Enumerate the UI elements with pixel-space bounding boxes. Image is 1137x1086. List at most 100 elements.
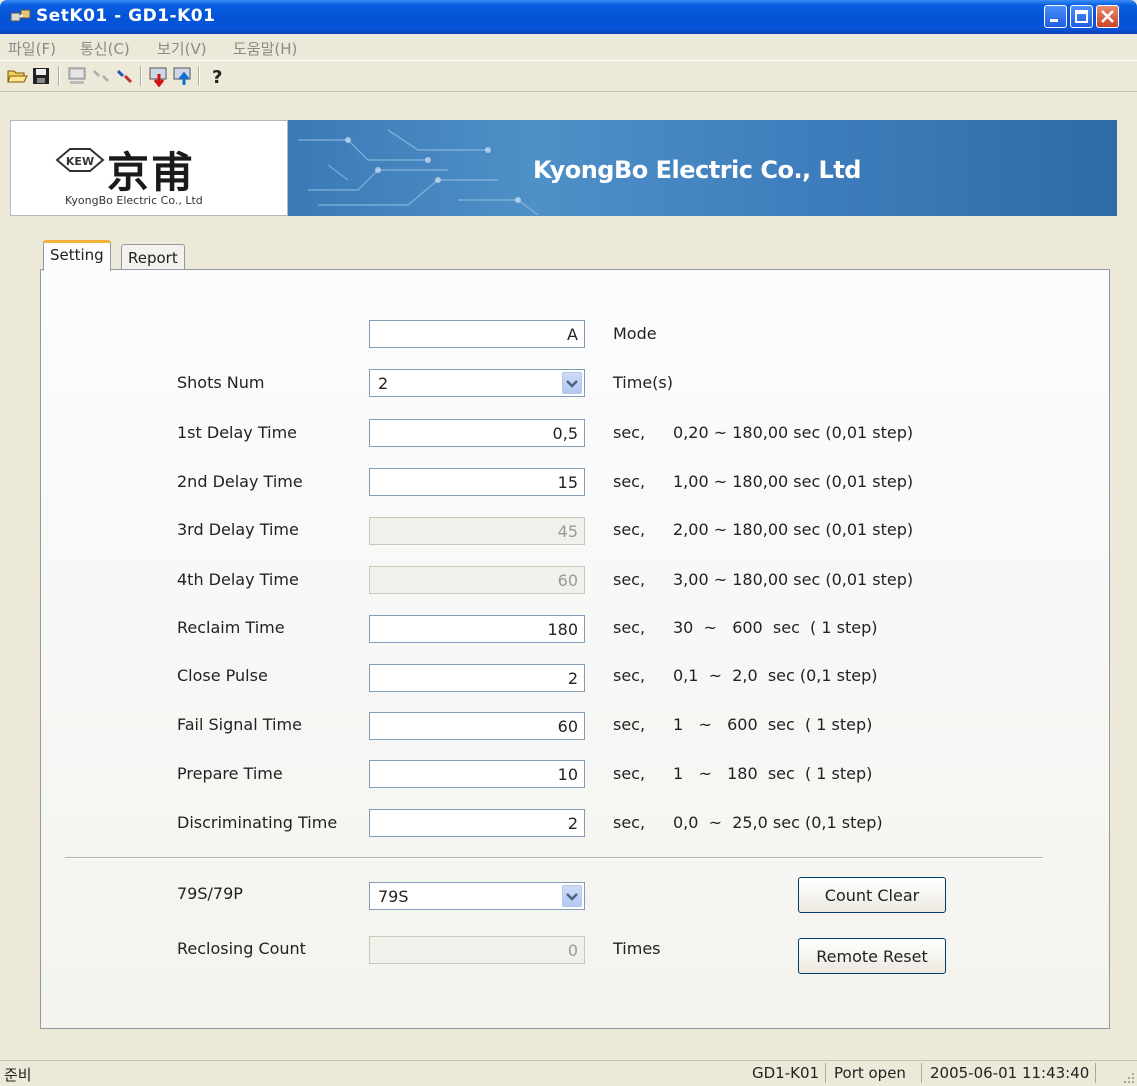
app-icon [10,9,31,22]
mode-field[interactable]: A [369,320,585,348]
svg-text:KEW: KEW [66,155,94,168]
row-label: Discriminating Time [177,813,338,832]
row-label: Close Pulse [177,666,268,685]
unit-label: sec, [613,666,646,685]
logo-kanji: 京甫 [107,148,196,197]
status-bar: 준비 GD1-K01 Port open 2005-06-01 11:43:40 [0,1060,1137,1086]
chevron-down-icon[interactable] [562,372,582,394]
title-bar: SetK01 - GD1-K01 [0,0,1137,34]
tab-setting[interactable]: Setting [43,240,111,271]
row-label: 3rd Delay Time [177,520,299,539]
remote-reset-button[interactable]: Remote Reset [798,938,946,974]
status-separator [1095,1063,1096,1083]
times-label: Times [613,939,661,958]
mode79-select[interactable]: 79S [369,882,585,910]
disconnect-icon[interactable] [90,65,112,87]
chevron-down-icon[interactable] [562,885,582,907]
menu-file[interactable]: 파일(F) [8,38,56,59]
save-disk-icon[interactable] [30,65,52,87]
kew-logo-icon: KEW [55,147,105,177]
third-delay-field: 45 [369,517,585,545]
banner-circuit-image: KyongBo Electric Co., Ltd [288,120,1117,216]
upload-icon[interactable] [172,65,194,87]
toolbar-separator [198,66,200,86]
fourth-delay-field: 60 [369,566,585,594]
logo-subtitle: KyongBo Electric Co., Ltd [65,194,203,207]
status-device: GD1-K01 [752,1064,820,1082]
mode79-value: 79S [378,887,409,906]
row-label: 4th Delay Time [177,570,299,589]
range-label: 0,0 ~ 25,0 sec (0,1 step) [673,813,883,832]
fail-signal-field[interactable]: 60 [369,712,585,740]
banner-title: KyongBo Electric Co., Ltd [533,156,861,184]
unit-label: sec, [613,813,646,832]
unit-label: sec, [613,423,646,442]
shots-num-value: 2 [378,374,389,393]
row-label: 1st Delay Time [177,423,297,442]
unit-label: sec, [613,618,646,637]
window-title: SetK01 - GD1-K01 [36,6,216,26]
unit-label: sec, [613,715,646,734]
mode-label: Mode [613,324,657,343]
status-separator [825,1063,826,1083]
reclosing-count-field: 0 [369,936,585,964]
row-label: Fail Signal Time [177,715,302,734]
menu-comm[interactable]: 통신(C) [80,38,130,59]
close-icon [1101,10,1114,23]
maximize-button[interactable] [1070,5,1093,28]
download-icon[interactable] [148,65,170,87]
menu-bar: 파일(F) 통신(C) 보기(V) 도움말(H) [0,34,1137,60]
range-label: 0,1 ~ 2,0 sec (0,1 step) [673,666,878,685]
prepare-time-field[interactable]: 10 [369,760,585,788]
unit-label: sec, [613,520,646,539]
company-banner: KEW 京甫 KyongBo Electric Co., Ltd KyongBo… [10,120,1117,216]
discriminating-time-field[interactable]: 2 [369,809,585,837]
resize-grip-icon[interactable] [1123,1072,1135,1084]
toolbar: ? [0,60,1137,92]
status-port: Port open [834,1064,906,1082]
connect-icon[interactable] [114,65,136,87]
reclosing-count-label: Reclosing Count [177,939,306,958]
unit-label: sec, [613,472,646,491]
tab-report[interactable]: Report [121,244,185,270]
status-datetime: 2005-06-01 11:43:40 [930,1064,1090,1082]
toolbar-separator [58,66,60,86]
range-label: 1 ~ 600 sec ( 1 step) [673,715,873,734]
computer-icon[interactable] [66,65,88,87]
row-label: Prepare Time [177,764,283,783]
second-delay-field[interactable]: 15 [369,468,585,496]
toolbar-separator [140,66,142,86]
menu-view[interactable]: 보기(V) [157,38,207,59]
close-pulse-field[interactable]: 2 [369,664,585,692]
status-text: 준비 [4,1066,32,1084]
unit-label: sec, [613,764,646,783]
reclaim-time-field[interactable]: 180 [369,615,585,643]
menu-help[interactable]: 도움말(H) [233,38,297,59]
minimize-button[interactable] [1044,5,1067,28]
range-label: 1,00 ~ 180,00 sec (0,01 step) [673,472,914,491]
setting-panel: A Mode Shots Num 2 Time(s) 1st Delay Tim… [40,269,1110,1029]
help-icon[interactable]: ? [206,65,228,87]
svg-text:?: ? [212,67,222,87]
mode79-label: 79S/79P [177,884,243,903]
unit-label: sec, [613,570,646,589]
range-label: 1 ~ 180 sec ( 1 step) [673,764,873,783]
first-delay-field[interactable]: 0,5 [369,419,585,447]
minimize-icon [1050,19,1058,22]
count-clear-button[interactable]: Count Clear [798,877,946,913]
row-label: Reclaim Time [177,618,285,637]
shots-num-label: Shots Num [177,373,265,392]
section-divider [65,857,1043,859]
open-folder-icon[interactable] [6,65,28,87]
close-button[interactable] [1096,5,1119,28]
range-label: 30 ~ 600 sec ( 1 step) [673,618,878,637]
row-label: 2nd Delay Time [177,472,303,491]
maximize-icon [1075,10,1088,23]
status-separator [921,1063,922,1083]
main-area: Setting Report A Mode Shots Num 2 Time(s… [10,218,1117,1058]
shots-num-select[interactable]: 2 [369,369,585,397]
shots-time-label: Time(s) [613,373,673,392]
range-label: 0,20 ~ 180,00 sec (0,01 step) [673,423,914,442]
range-label: 3,00 ~ 180,00 sec (0,01 step) [673,570,914,589]
company-logo: KEW 京甫 KyongBo Electric Co., Ltd [10,120,288,216]
